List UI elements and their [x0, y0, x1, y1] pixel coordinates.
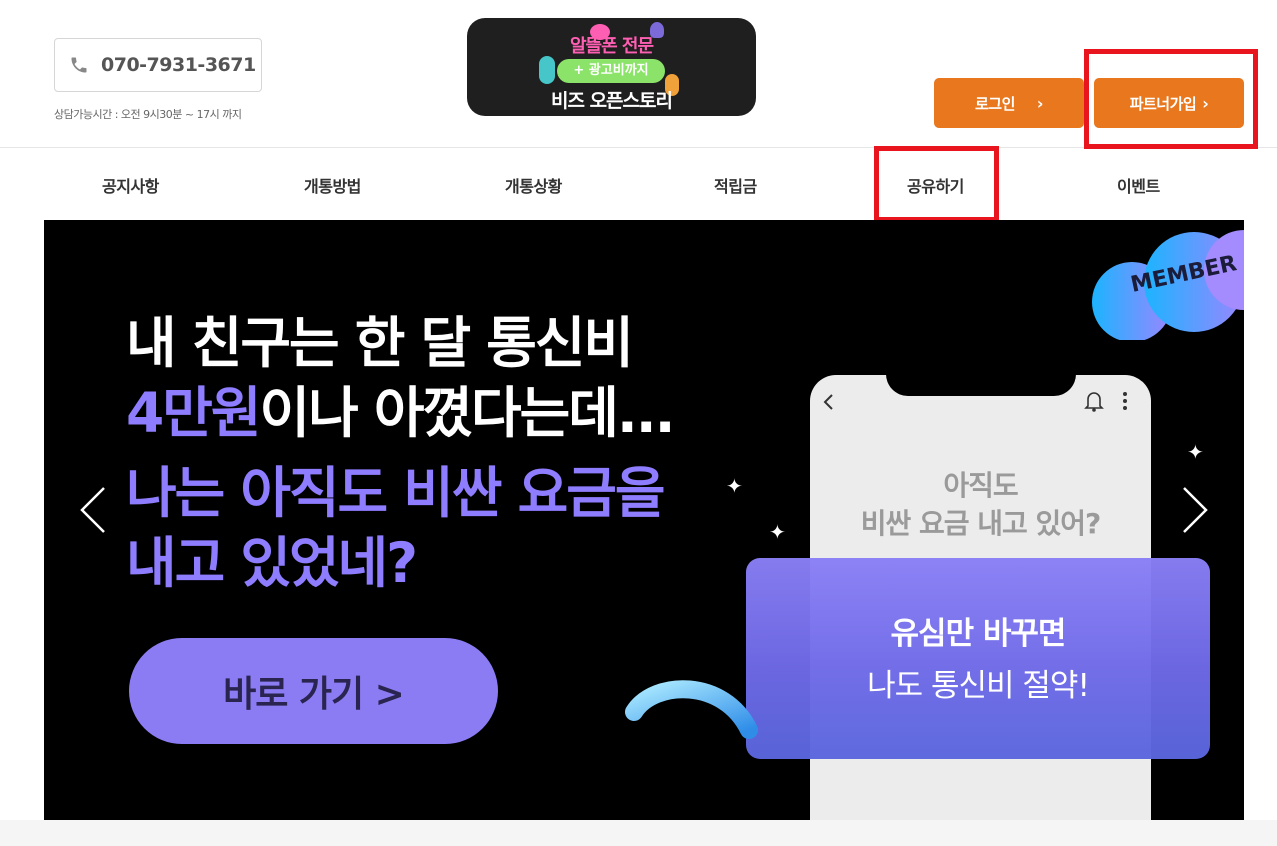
sparkle-icon: ✦ — [1187, 440, 1204, 464]
page-bottom-strip — [0, 820, 1277, 846]
banner-headline-line3: 나는 아직도 비싼 요금을 — [126, 461, 665, 525]
chevron-right-icon: › — [1202, 93, 1209, 113]
sparkle-icon: ✦ — [726, 474, 743, 498]
ring-decoration — [625, 680, 758, 739]
main-nav: 공지사항 개통방법 개통상황 적립금 공유하기 이벤트 — [0, 149, 1277, 219]
partner-signup-label: 파트너가입 — [1129, 94, 1197, 113]
chevron-right-icon[interactable] — [1174, 482, 1214, 538]
promo-card — [746, 558, 1210, 759]
login-label: 로그인 — [975, 94, 1015, 113]
phone-icon — [71, 57, 87, 73]
phone-question-line1: 아직도 — [943, 469, 1018, 502]
nav-item-event[interactable]: 이벤트 — [1117, 173, 1160, 197]
banner-highlight-amount: 4만원 — [126, 381, 261, 445]
logo-line3: 비즈 오픈스토리 — [551, 90, 673, 112]
phone-number: 070-7931-3671 — [101, 54, 256, 76]
phone-contact-box[interactable]: 070-7931-3671 — [54, 38, 262, 92]
banner-headline-line4: 내고 있었네? — [126, 531, 418, 595]
login-button[interactable]: 로그인 › — [934, 78, 1084, 128]
nav-item-activation-method[interactable]: 개통방법 — [304, 173, 361, 197]
logo-teal-character — [539, 56, 555, 84]
logo-line2: + 광고비까지 — [557, 59, 665, 83]
nav-item-points[interactable]: 적립금 — [714, 173, 757, 197]
nav-item-share[interactable]: 공유하기 — [907, 173, 964, 197]
banner-headline-line2-rest: 이나 아꼈다는데... — [259, 381, 675, 445]
banner-headline-line2: 4만원이나 아꼈다는데... — [126, 386, 676, 441]
site-logo[interactable]: 알뜰폰 전문 + 광고비까지 비즈 오픈스토리 — [467, 18, 756, 116]
hero-banner[interactable]: 내 친구는 한 달 통신비 4만원이나 아꼈다는데... 나는 아직도 비싼 요… — [44, 220, 1244, 820]
banner-headline-line1: 내 친구는 한 달 통신비 — [126, 311, 634, 375]
nav-item-activation-status[interactable]: 개통상황 — [505, 173, 562, 197]
sparkle-icon: ✦ — [769, 520, 786, 544]
logo-line1: 알뜰폰 전문 — [569, 36, 654, 57]
site-header: 070-7931-3671 상담가능시간 : 오전 9시30분 ~ 17시 까지… — [0, 0, 1277, 148]
promo-card-line1: 유심만 바꾸면 — [890, 616, 1067, 652]
back-icon — [823, 394, 833, 410]
chevron-left-icon[interactable] — [74, 482, 114, 538]
more-vertical-icon — [1123, 392, 1127, 410]
partner-signup-button[interactable]: 파트너가입 › — [1094, 78, 1244, 128]
promo-card-line2: 나도 통신비 절약! — [867, 668, 1090, 704]
consult-hours: 상담가능시간 : 오전 9시30분 ~ 17시 까지 — [54, 108, 242, 121]
nav-item-notice[interactable]: 공지사항 — [102, 173, 159, 197]
phone-notch — [886, 370, 1076, 396]
bell-icon — [1084, 392, 1104, 412]
go-now-button[interactable]: 바로 가기 > — [129, 638, 498, 744]
chevron-right-icon: › — [1036, 93, 1044, 113]
phone-question-line2: 비싼 요금 내고 있어? — [860, 507, 1102, 540]
